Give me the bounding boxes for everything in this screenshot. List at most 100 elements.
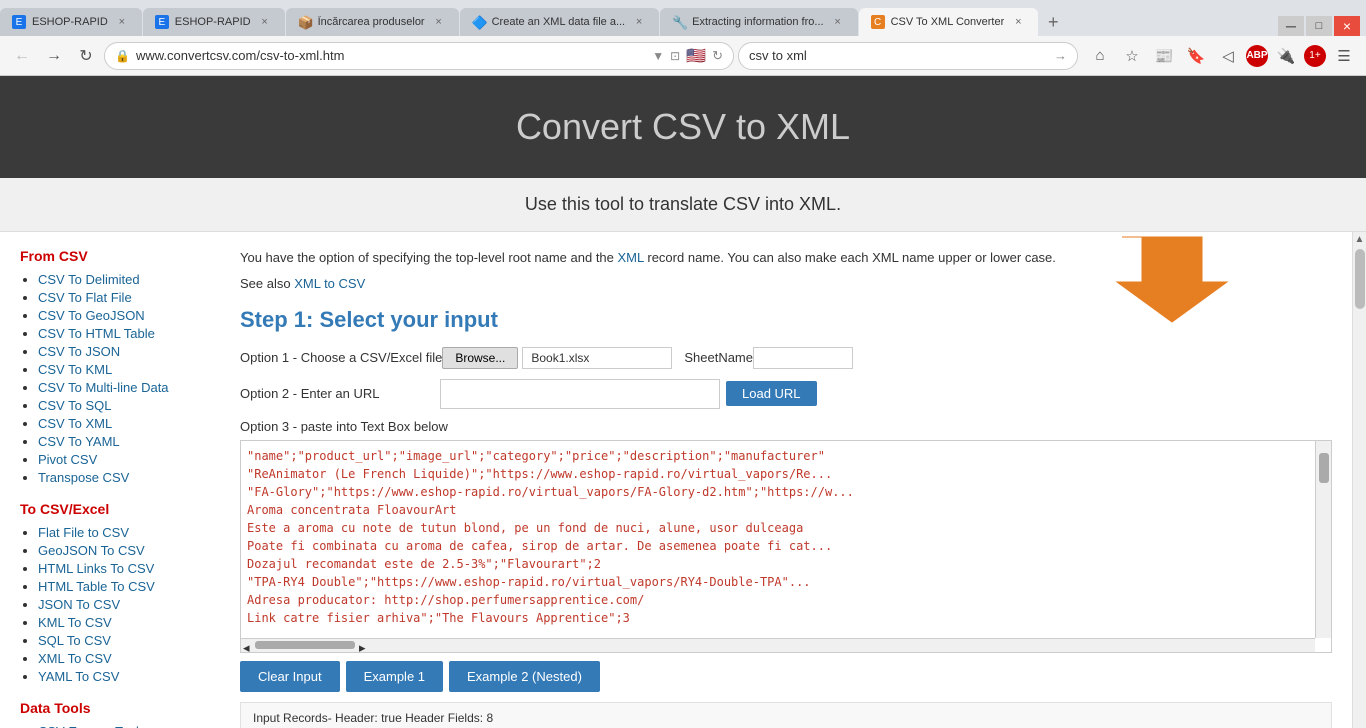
csv-to-multiline-link[interactable]: CSV To Multi-line Data bbox=[38, 380, 169, 395]
csv-to-sql-link[interactable]: CSV To SQL bbox=[38, 398, 111, 413]
tab-3-close[interactable]: × bbox=[431, 14, 447, 30]
browse-button[interactable]: Browse... bbox=[442, 347, 518, 369]
url-text-input[interactable] bbox=[440, 379, 720, 409]
yaml-to-csv-link[interactable]: YAML To CSV bbox=[38, 669, 119, 684]
reload-button[interactable]: ↻ bbox=[72, 42, 100, 70]
forward-button[interactable]: → bbox=[40, 42, 68, 70]
close-button[interactable]: × bbox=[1334, 16, 1360, 36]
browser-chrome: E ESHOP-RAPID × E ESHOP-RAPID × 📦 Încărc… bbox=[0, 0, 1366, 76]
tab-5-close[interactable]: × bbox=[830, 14, 846, 30]
csv-to-yaml-link[interactable]: CSV To YAML bbox=[38, 434, 120, 449]
html-table-to-csv-link[interactable]: HTML Table To CSV bbox=[38, 579, 155, 594]
csv-textarea[interactable]: "name";"product_url";"image_url";"catego… bbox=[241, 441, 1331, 649]
list-item: GeoJSON To CSV bbox=[38, 543, 200, 558]
kml-to-csv-link[interactable]: KML To CSV bbox=[38, 615, 112, 630]
tab-2-label: ESHOP-RAPID bbox=[175, 16, 251, 28]
sql-to-csv-link[interactable]: SQL To CSV bbox=[38, 633, 111, 648]
tab-4-close[interactable]: × bbox=[631, 14, 647, 30]
list-item: YAML To CSV bbox=[38, 669, 200, 684]
csv-to-html-link[interactable]: CSV To HTML Table bbox=[38, 326, 155, 341]
csv-to-flat-link[interactable]: CSV To Flat File bbox=[38, 290, 132, 305]
xml-to-csv-link[interactable]: XML to CSV bbox=[294, 276, 365, 291]
tab-2[interactable]: E ESHOP-RAPID × bbox=[143, 8, 285, 36]
screenshot-icon: ⊡ bbox=[670, 49, 680, 63]
list-item: CSV To XML bbox=[38, 416, 200, 431]
tab-6-close[interactable]: × bbox=[1010, 14, 1026, 30]
csv-to-geojson-link[interactable]: CSV To GeoJSON bbox=[38, 308, 145, 323]
home-icon[interactable]: ⌂ bbox=[1086, 42, 1114, 70]
info-bar: Input Records- Header: true Header Field… bbox=[240, 702, 1332, 728]
load-url-button[interactable]: Load URL bbox=[726, 381, 817, 406]
list-item: XML To CSV bbox=[38, 651, 200, 666]
clear-input-button[interactable]: Clear Input bbox=[240, 661, 340, 692]
tab-2-close[interactable]: × bbox=[257, 14, 273, 30]
list-item: HTML Table To CSV bbox=[38, 579, 200, 594]
xml-link[interactable]: XML bbox=[618, 250, 644, 265]
csv-to-delimited-link[interactable]: CSV To Delimited bbox=[38, 272, 140, 287]
textarea-container: "name";"product_url";"image_url";"catego… bbox=[240, 440, 1332, 653]
tab-4[interactable]: 🔷 Create an XML data file a... × bbox=[460, 8, 660, 36]
pivot-csv-link[interactable]: Pivot CSV bbox=[38, 452, 97, 467]
reader-icon[interactable]: 📰 bbox=[1150, 42, 1178, 70]
csv-to-json-link[interactable]: CSV To JSON bbox=[38, 344, 120, 359]
url-bar[interactable]: 🔒 ▼ ⊡ 🇺🇸 ↻ bbox=[104, 42, 734, 70]
csv-to-xml-link[interactable]: CSV To XML bbox=[38, 416, 112, 431]
list-item: CSV To GeoJSON bbox=[38, 308, 200, 323]
tab-6-label: CSV To XML Converter bbox=[891, 16, 1005, 28]
scroll-up-icon[interactable]: ▲ bbox=[1355, 234, 1365, 245]
url-refresh-icon[interactable]: ↻ bbox=[712, 48, 723, 64]
horizontal-scrollbar[interactable]: ◂ ▸ bbox=[241, 638, 1315, 652]
tab-5[interactable]: 🔧 Extracting information fro... × bbox=[660, 8, 857, 36]
list-item: CSV To HTML Table bbox=[38, 326, 200, 341]
back-button[interactable]: ← bbox=[8, 42, 36, 70]
data-tools-list: CSV Escape Tool CSV Template Engine CSV … bbox=[20, 724, 200, 728]
geojson-to-csv-link[interactable]: GeoJSON To CSV bbox=[38, 543, 145, 558]
example1-button[interactable]: Example 1 bbox=[346, 661, 443, 692]
settings-icon[interactable]: ☰ bbox=[1330, 42, 1358, 70]
html-links-to-csv-link[interactable]: HTML Links To CSV bbox=[38, 561, 154, 576]
tab-3-label: Încărcarea produselor bbox=[318, 16, 425, 28]
tab-6[interactable]: C CSV To XML Converter × bbox=[859, 8, 1039, 36]
transpose-csv-link[interactable]: Transpose CSV bbox=[38, 470, 129, 485]
tab-1[interactable]: E ESHOP-RAPID × bbox=[0, 8, 142, 36]
scroll-right-icon[interactable]: ▸ bbox=[359, 640, 367, 650]
lock-icon: 🔒 bbox=[115, 49, 130, 63]
list-item: Transpose CSV bbox=[38, 470, 200, 485]
example2-button[interactable]: Example 2 (Nested) bbox=[449, 661, 600, 692]
url-input[interactable] bbox=[136, 48, 646, 63]
abp-icon[interactable]: ABP bbox=[1246, 45, 1268, 67]
bookmark-icon[interactable]: 🔖 bbox=[1182, 42, 1210, 70]
csv-escape-link[interactable]: CSV Escape Tool bbox=[38, 724, 139, 728]
tab-3[interactable]: 📦 Încărcarea produselor × bbox=[286, 8, 459, 36]
star-icon[interactable]: ☆ bbox=[1118, 42, 1146, 70]
back-arrow-icon[interactable]: ◁ bbox=[1214, 42, 1242, 70]
search-icon[interactable]: → bbox=[1054, 48, 1067, 63]
tab-bar: E ESHOP-RAPID × E ESHOP-RAPID × 📦 Încărc… bbox=[0, 0, 1366, 36]
maximize-button[interactable]: □ bbox=[1306, 16, 1332, 36]
intro-text-suffix: record name. You can also make each XML … bbox=[644, 250, 1056, 265]
flat-to-csv-link[interactable]: Flat File to CSV bbox=[38, 525, 129, 540]
tab-1-close[interactable]: × bbox=[114, 14, 130, 30]
ext-icon-1[interactable]: 🔌 bbox=[1272, 42, 1300, 70]
main-content: You have the option of specifying the to… bbox=[220, 232, 1352, 728]
vertical-scrollbar[interactable] bbox=[1315, 441, 1331, 638]
url-dropdown-icon[interactable]: ▼ bbox=[652, 49, 664, 63]
csv-to-kml-link[interactable]: CSV To KML bbox=[38, 362, 112, 377]
sheet-name-input[interactable] bbox=[753, 347, 853, 369]
list-item: CSV To Flat File bbox=[38, 290, 200, 305]
arrow-decoration bbox=[1112, 227, 1232, 327]
search-bar[interactable]: → bbox=[738, 42, 1078, 70]
search-input[interactable] bbox=[749, 48, 1048, 63]
sheet-name-label: SheetName bbox=[684, 350, 753, 365]
option2-label: Option 2 - Enter an URL bbox=[240, 386, 440, 401]
scroll-left-icon[interactable]: ◂ bbox=[243, 640, 251, 650]
ext-icon-2[interactable]: 1+ bbox=[1304, 45, 1326, 67]
minimize-button[interactable]: ─ bbox=[1278, 16, 1304, 36]
xml-to-csv-link[interactable]: XML To CSV bbox=[38, 651, 112, 666]
page-scrollbar[interactable]: ▲ ▼ bbox=[1352, 232, 1366, 728]
new-tab-button[interactable]: + bbox=[1039, 8, 1067, 36]
tab-1-favicon: E bbox=[12, 15, 26, 29]
toolbar-icons: ⌂ ☆ 📰 🔖 ◁ ABP 🔌 1+ ☰ bbox=[1086, 42, 1358, 70]
data-tools-title: Data Tools bbox=[20, 700, 200, 716]
json-to-csv-link[interactable]: JSON To CSV bbox=[38, 597, 120, 612]
